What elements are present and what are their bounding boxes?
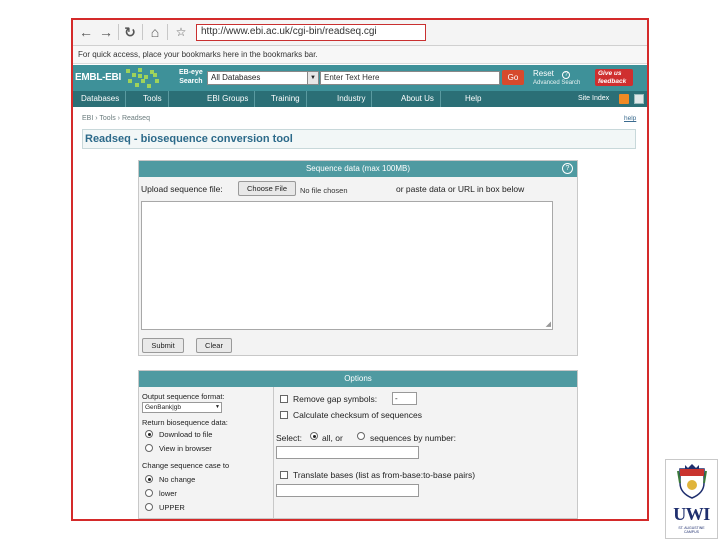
reset-help-group: Reset ? Advanced Search	[533, 69, 580, 88]
crest-shield-icon	[677, 464, 707, 499]
remove-gap-label: Remove gap symbols:	[293, 394, 378, 404]
sequence-panel-title: Sequence data (max 100MB)	[305, 164, 411, 173]
database-select[interactable]: All Databases ▼	[207, 71, 319, 85]
options-panel-header: Options	[139, 371, 577, 387]
feedback-line2: feedback	[598, 77, 627, 85]
chevron-down-icon: ▼	[307, 72, 318, 84]
help-circle-icon[interactable]: ?	[562, 71, 571, 79]
reset-link[interactable]: Reset	[533, 69, 554, 78]
translate-bases-checkbox[interactable]	[280, 471, 288, 479]
rss-icon[interactable]	[619, 94, 629, 104]
radio-no-change[interactable]	[145, 475, 153, 483]
toolbar-divider	[142, 24, 143, 40]
browser-toolbar: ← → ↻ ⌂ ☆ http://www.ebi.ac.uk/cgi-bin/r…	[73, 20, 647, 46]
select-all-label: all, or	[322, 433, 343, 443]
sequence-numbers-input[interactable]	[276, 446, 419, 459]
address-bar[interactable]: http://www.ebi.ac.uk/cgi-bin/readseq.cgi	[196, 24, 426, 41]
ebi-header: EMBL-EBI EB-eye Search All Databases ▼ E…	[73, 65, 647, 91]
checksum-label: Calculate checksum of sequences	[293, 410, 422, 420]
eb-eye-line2: Search	[179, 78, 203, 85]
help-link[interactable]: help	[624, 115, 636, 122]
output-format-select[interactable]: GenBank|gb ▼	[142, 402, 222, 413]
no-file-status: No file chosen	[300, 186, 348, 195]
bookmark-star-icon[interactable]: ☆	[172, 23, 190, 41]
breadcrumb[interactable]: EBI › Tools › Readseq	[82, 115, 150, 122]
uwi-campus-line2: CAMPUS	[684, 530, 699, 534]
search-input[interactable]: Enter Text Here	[320, 71, 500, 85]
nav-databases[interactable]: Databases	[75, 91, 127, 107]
select-label: Select:	[276, 433, 302, 443]
translate-pairs-input[interactable]	[276, 484, 419, 497]
output-format-value: GenBank|gb	[145, 404, 182, 411]
database-select-value: All Databases	[211, 73, 261, 82]
chevron-down-icon: ▼	[215, 404, 220, 410]
checksum-checkbox[interactable]	[280, 411, 288, 419]
site-index-link[interactable]: Site Index	[578, 91, 609, 107]
paste-label: or paste data or URL in box below	[396, 184, 525, 194]
go-button[interactable]: Go	[502, 70, 524, 85]
radio-lower[interactable]	[145, 489, 153, 497]
help-circle-icon[interactable]: ?	[562, 163, 573, 174]
resize-grip-icon[interactable]: ◢	[546, 321, 551, 328]
nav-ebi-groups[interactable]: EBI Groups	[201, 91, 256, 107]
radio-select-by-number[interactable]	[357, 432, 365, 440]
uwi-crest-logo: UWI ST. AUGUSTINE CAMPUS	[665, 459, 718, 539]
nav-about-us[interactable]: About Us	[395, 91, 441, 107]
print-icon[interactable]	[634, 94, 644, 104]
nav-training[interactable]: Training	[265, 91, 307, 107]
ebi-logo-grid-icon	[124, 67, 160, 89]
reload-icon[interactable]: ↻	[121, 23, 139, 41]
nav-help[interactable]: Help	[459, 91, 487, 107]
select-by-number-label: sequences by number:	[370, 433, 456, 443]
back-arrow-icon[interactable]: ←	[77, 23, 95, 41]
return-data-label: Return biosequence data:	[142, 418, 228, 427]
bookmarks-bar: For quick access, place your bookmarks h…	[73, 46, 647, 64]
case-label: Change sequence case to	[142, 461, 230, 470]
upper-label: UPPER	[159, 503, 185, 512]
forward-arrow-icon[interactable]: →	[97, 23, 115, 41]
eb-eye-line1: EB-eye	[179, 69, 203, 76]
feedback-line1: Give us	[598, 70, 622, 77]
lower-label: lower	[159, 489, 177, 498]
screenshot-frame: ← → ↻ ⌂ ☆ http://www.ebi.ac.uk/cgi-bin/r…	[71, 18, 649, 521]
radio-view-in-browser[interactable]	[145, 444, 153, 452]
output-format-label: Output sequence format:	[142, 392, 225, 401]
ebi-logo[interactable]: EMBL-EBI	[75, 72, 121, 83]
sequence-panel-header: Sequence data (max 100MB) ?	[139, 161, 577, 177]
toolbar-divider	[118, 24, 119, 40]
choose-file-button[interactable]: Choose File	[238, 181, 296, 196]
feedback-button[interactable]: Give us feedback	[595, 69, 633, 86]
radio-download-to-file[interactable]	[145, 430, 153, 438]
page-title: Readseq - biosequence conversion tool	[82, 129, 636, 149]
toolbar-divider	[167, 24, 168, 40]
upload-label: Upload sequence file:	[141, 184, 223, 194]
options-panel: Options Output sequence format: GenBank|…	[138, 370, 578, 519]
no-change-label: No change	[159, 475, 196, 484]
submit-button[interactable]: Submit	[142, 338, 184, 353]
gap-symbols-input[interactable]: -	[392, 392, 417, 405]
radio-select-all[interactable]	[310, 432, 318, 440]
radio-upper[interactable]	[145, 503, 153, 511]
view-in-browser-label: View in browser	[159, 444, 212, 453]
clear-button[interactable]: Clear	[196, 338, 232, 353]
nav-tools[interactable]: Tools	[137, 91, 169, 107]
nav-industry[interactable]: Industry	[331, 91, 373, 107]
remove-gap-checkbox[interactable]	[280, 395, 288, 403]
home-icon[interactable]: ⌂	[146, 23, 164, 41]
options-left-column: Output sequence format: GenBank|gb ▼ Ret…	[139, 387, 274, 519]
uwi-wordmark: UWI	[673, 504, 710, 524]
main-nav: Databases Tools EBI Groups Training Indu…	[73, 91, 647, 107]
uwi-campus-label: ST. AUGUSTINE CAMPUS	[666, 526, 717, 534]
translate-bases-label: Translate bases (list as from-base:to-ba…	[293, 470, 476, 480]
eb-eye-search-label: EB-eye Search	[179, 68, 203, 86]
sequence-data-panel: Sequence data (max 100MB) ? Upload seque…	[138, 160, 578, 356]
download-to-file-label: Download to file	[159, 430, 213, 439]
sequence-textarea[interactable]: ◢	[141, 201, 553, 330]
advanced-search-link[interactable]: Advanced Search	[533, 79, 580, 88]
